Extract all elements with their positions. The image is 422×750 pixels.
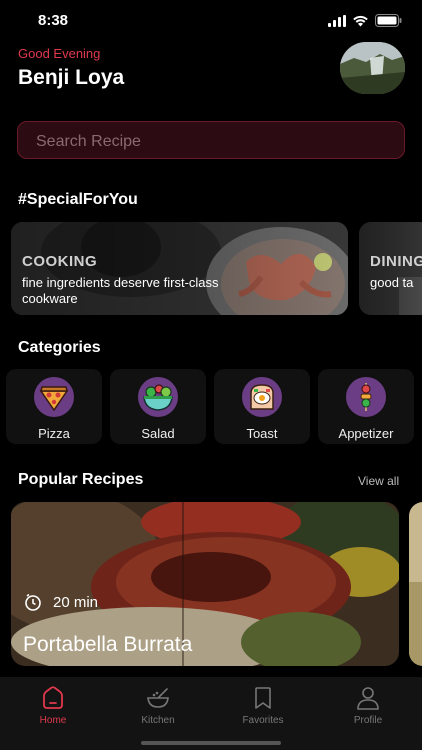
category-toast[interactable]: Toast bbox=[214, 369, 310, 444]
toast-icon bbox=[250, 384, 274, 410]
tab-label: Profile bbox=[353, 715, 383, 726]
username: Benji Loya bbox=[18, 66, 125, 89]
category-pizza[interactable]: Pizza bbox=[6, 369, 102, 444]
view-all-link[interactable]: View all bbox=[358, 474, 399, 488]
categories-section-title: Categories bbox=[18, 339, 101, 356]
recipe-card-next[interactable] bbox=[409, 502, 422, 666]
profile-icon bbox=[357, 687, 379, 710]
card-tag: DINING bbox=[370, 253, 422, 270]
skewer-icon bbox=[360, 383, 372, 411]
card-description: good ta bbox=[370, 275, 414, 290]
recipe-time: 20 min bbox=[23, 592, 98, 612]
category-label: Salad bbox=[141, 426, 175, 441]
salad-icon bbox=[143, 384, 173, 411]
tab-label: Kitchen bbox=[141, 715, 175, 726]
tab-label: Home bbox=[39, 715, 67, 726]
card-description: fine ingredients deserve first-class coo… bbox=[22, 275, 219, 306]
search-placeholder: Search Recipe bbox=[36, 133, 141, 150]
status-icons bbox=[328, 14, 402, 27]
status-time: 8:38 bbox=[38, 12, 69, 29]
tab-label: Favorites bbox=[242, 715, 284, 726]
tab-kitchen[interactable]: Kitchen bbox=[118, 685, 198, 726]
category-appetizer[interactable]: Appetizer bbox=[318, 369, 414, 444]
special-section-title: #SpecialForYou bbox=[18, 191, 138, 208]
pizza-icon bbox=[39, 386, 69, 412]
tab-profile[interactable]: Profile bbox=[328, 685, 408, 726]
category-salad[interactable]: Salad bbox=[110, 369, 206, 444]
home-icon bbox=[43, 686, 63, 709]
signal-icon bbox=[328, 14, 346, 27]
tab-favorites[interactable]: Favorites bbox=[223, 685, 303, 726]
home-indicator[interactable] bbox=[141, 741, 281, 745]
tab-bar: Home Kitchen Favorites Profile bbox=[0, 677, 422, 750]
search-input[interactable]: Search Recipe bbox=[17, 121, 405, 159]
special-card-dining[interactable]: DINING good ta bbox=[359, 222, 422, 315]
special-card-cooking[interactable]: COOKING fine ingredients deserve first-c… bbox=[11, 222, 348, 315]
category-label: Toast bbox=[246, 426, 278, 441]
bookmark-icon bbox=[255, 687, 271, 709]
category-label: Pizza bbox=[38, 426, 70, 441]
tab-home[interactable]: Home bbox=[13, 685, 93, 726]
popular-section-title: Popular Recipes bbox=[18, 471, 144, 488]
kitchen-icon bbox=[147, 688, 169, 708]
card-tag: COOKING bbox=[22, 253, 98, 270]
recipe-time-text: 20 min bbox=[53, 593, 99, 611]
avatar[interactable] bbox=[340, 42, 405, 94]
category-label: Appetizer bbox=[338, 426, 394, 441]
greeting-text: Good Evening bbox=[18, 46, 101, 61]
recipe-card[interactable]: 20 min Portabella Burrata bbox=[11, 502, 399, 666]
status-bar: 8:38 bbox=[0, 0, 422, 44]
battery-icon bbox=[375, 14, 402, 27]
wifi-icon bbox=[353, 15, 368, 26]
recipe-image bbox=[409, 502, 422, 666]
timer-icon bbox=[25, 593, 41, 611]
recipe-title: Portabella Burrata bbox=[23, 633, 193, 656]
